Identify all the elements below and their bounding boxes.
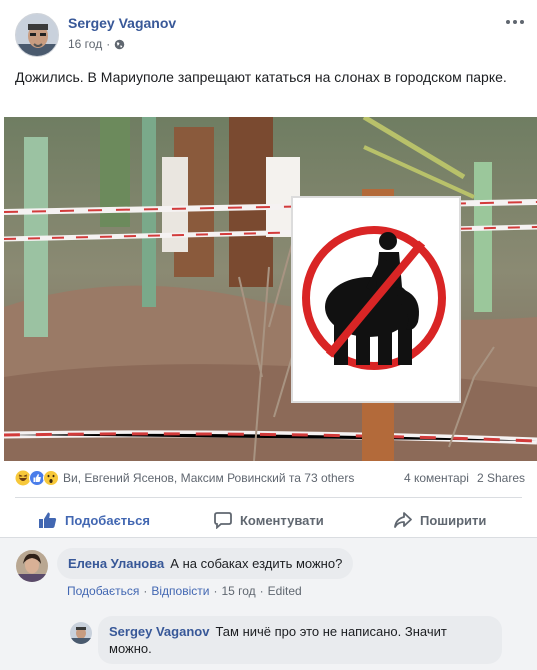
author-avatar[interactable] <box>15 13 59 57</box>
post-meta: 16 год · <box>68 37 125 51</box>
comment-icon <box>214 512 232 529</box>
commenter-avatar[interactable] <box>16 550 48 582</box>
author-name[interactable]: Sergey Vaganov <box>68 15 176 31</box>
comment-label: Коментувати <box>240 512 324 528</box>
facebook-post: Sergey Vaganov 16 год · Дожились. В Мари… <box>0 0 537 670</box>
reply-bubble: Sergey Vaganov Там ничё про это не написа… <box>98 616 502 664</box>
comments-section: Елена Уланова А на собаках ездить можно? … <box>0 537 537 670</box>
comments-count[interactable]: 4 коментарі <box>404 471 469 485</box>
reaction-icons[interactable] <box>15 470 59 486</box>
comment-button[interactable]: Коментувати <box>213 506 324 534</box>
shares-count[interactable]: 2 Shares <box>477 471 525 485</box>
comment-meta: Подобається · Відповісти · 15 год · Edit… <box>67 584 302 598</box>
post-photo[interactable] <box>4 117 537 461</box>
divider <box>15 497 522 498</box>
share-label: Поширити <box>420 512 487 528</box>
reactions-summary: Ви, Евгений Ясенов, Максим Ровинский та … <box>15 467 525 489</box>
comment-author[interactable]: Елена Уланова <box>68 556 164 571</box>
more-options-icon[interactable] <box>503 14 527 30</box>
like-label: Подобається <box>65 512 150 528</box>
wow-reaction-icon <box>43 470 59 486</box>
thumbs-up-icon <box>39 512 57 528</box>
comment-reply-link[interactable]: Відповісти <box>151 584 209 598</box>
share-button[interactable]: Поширити <box>393 506 486 534</box>
reply-text-line2: можно. <box>109 641 152 656</box>
reply-author[interactable]: Sergey Vaganov <box>109 624 209 639</box>
post-timestamp[interactable]: 16 год <box>68 37 102 51</box>
post-text: Дожились. В Мариуполе запрещают кататься… <box>15 69 507 85</box>
separator-dot: · <box>106 37 111 51</box>
globe-icon <box>114 39 125 49</box>
comment-time[interactable]: 15 год <box>221 584 255 598</box>
share-icon <box>394 512 412 528</box>
comment-edited: Edited <box>267 584 302 598</box>
reply-text-line1: Там ничё про это не написано. Значит <box>215 624 447 639</box>
comment-like-link[interactable]: Подобається <box>67 584 139 598</box>
comment-bubble: Елена Уланова А на собаках ездить можно? <box>57 548 354 579</box>
like-button[interactable]: Подобається <box>38 506 150 534</box>
comment-text: А на собаках ездить можно? <box>170 556 343 571</box>
reaction-names[interactable]: Ви, Евгений Ясенов, Максим Ровинский та … <box>63 471 354 485</box>
reply-avatar[interactable] <box>70 622 92 644</box>
